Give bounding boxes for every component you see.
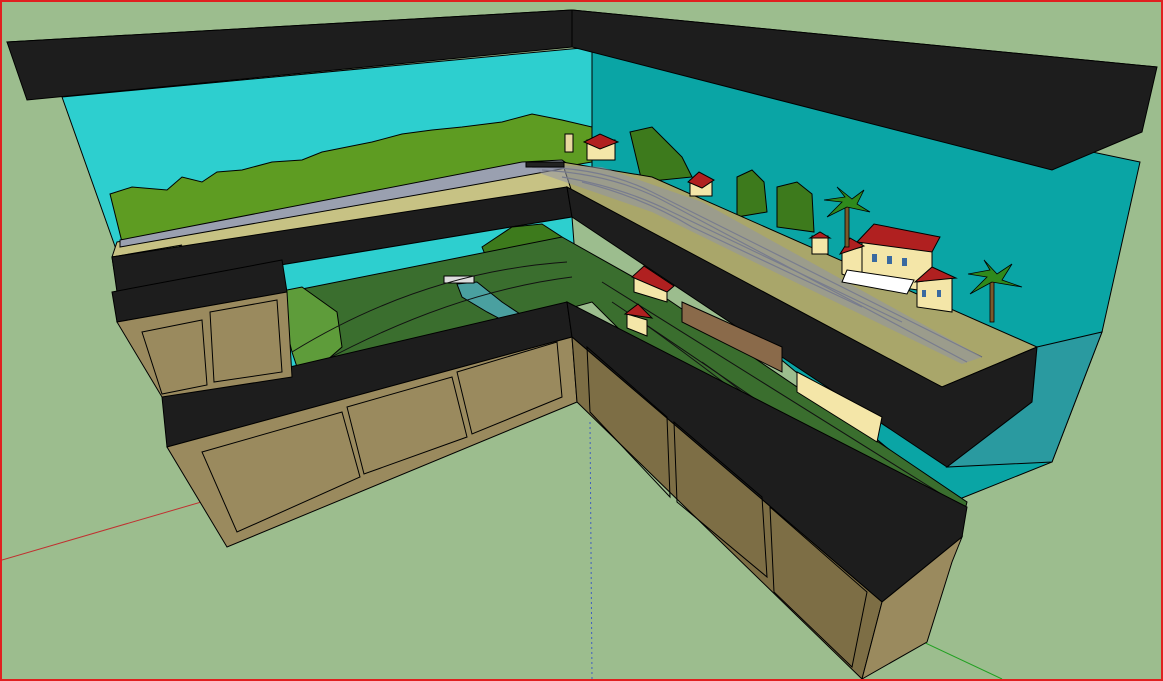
loco bbox=[525, 161, 565, 168]
layout-3d-model[interactable] bbox=[2, 2, 1161, 679]
water-tower bbox=[564, 133, 574, 153]
sketchup-viewport[interactable] bbox=[0, 0, 1163, 681]
blue-axis bbox=[589, 421, 593, 679]
